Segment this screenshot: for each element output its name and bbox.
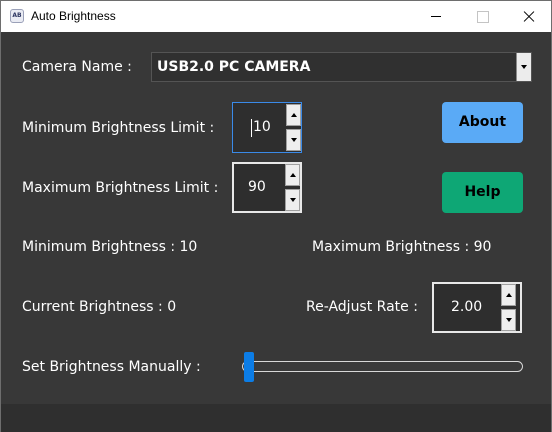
minimize-button[interactable] <box>413 1 459 32</box>
min-limit-value[interactable]: 10 <box>253 119 271 135</box>
maximize-button[interactable] <box>459 1 505 32</box>
max-limit-down-button[interactable] <box>285 189 300 211</box>
camera-name-label: Camera Name : <box>22 59 132 75</box>
max-limit-value[interactable]: 90 <box>248 179 266 195</box>
readjust-rate-spinbox[interactable]: 2.00 <box>432 282 522 333</box>
readjust-rate-label: Re-Adjust Rate : <box>306 299 418 315</box>
status-bar <box>1 404 551 432</box>
help-button[interactable]: Help <box>442 172 523 213</box>
camera-select[interactable]: USB2.0 PC CAMERA <box>151 52 532 82</box>
min-limit-down-button[interactable] <box>286 129 301 151</box>
chevron-down-icon[interactable] <box>516 53 531 81</box>
manual-brightness-label: Set Brightness Manually : <box>22 359 201 375</box>
readjust-rate-value[interactable]: 2.00 <box>451 299 482 315</box>
close-button[interactable] <box>505 1 551 32</box>
main-panel: Camera Name : USB2.0 PC CAMERA Minimum B… <box>1 32 551 404</box>
min-limit-up-button[interactable] <box>286 104 301 126</box>
window-title: Auto Brightness <box>31 9 116 23</box>
min-limit-spinbox[interactable]: 10 <box>232 102 302 153</box>
max-limit-label: Maximum Brightness Limit : <box>22 180 219 196</box>
brightness-slider-handle[interactable] <box>244 352 254 382</box>
max-limit-spinbox[interactable]: 90 <box>232 162 302 213</box>
app-icon: AB <box>10 9 24 23</box>
min-brightness-readout: Minimum Brightness : 10 <box>22 239 198 255</box>
camera-select-value: USB2.0 PC CAMERA <box>157 59 311 75</box>
app-window: AB Auto Brightness Camera Name : USB2.0 … <box>0 0 552 432</box>
readjust-rate-up-button[interactable] <box>501 284 516 306</box>
max-limit-up-button[interactable] <box>285 164 300 186</box>
brightness-slider-track[interactable] <box>242 361 523 372</box>
max-brightness-readout: Maximum Brightness : 90 <box>312 239 492 255</box>
current-brightness-readout: Current Brightness : 0 <box>22 299 177 315</box>
min-limit-label: Minimum Brightness Limit : <box>22 120 215 136</box>
about-button[interactable]: About <box>442 102 523 143</box>
title-bar: AB Auto Brightness <box>1 1 551 32</box>
readjust-rate-down-button[interactable] <box>501 309 516 331</box>
text-cursor <box>251 119 252 137</box>
